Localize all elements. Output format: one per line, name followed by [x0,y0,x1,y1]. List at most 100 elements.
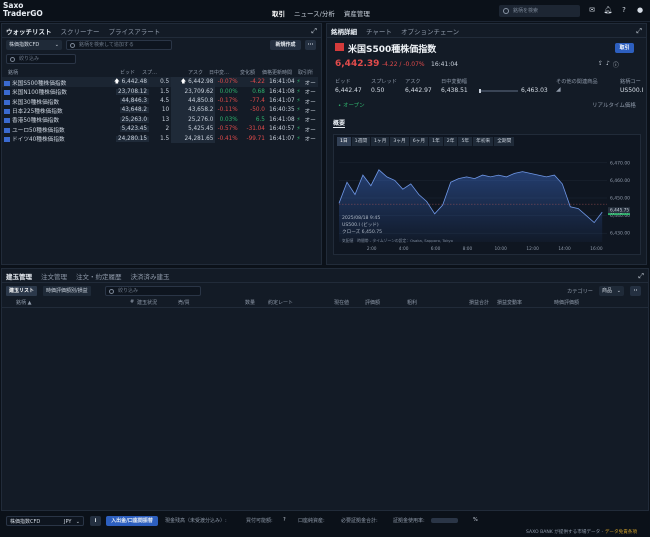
col-header-name[interactable]: 銘柄 [8,69,18,76]
help-icon[interactable]: ? [619,5,629,15]
period-tab[interactable]: 1年 [429,137,443,146]
period-tab[interactable]: 1ヶ月 [371,137,390,146]
col-header-spread[interactable]: スプ… [142,69,157,76]
period-tab[interactable]: 全期間 [494,137,515,146]
row-ask[interactable]: 🡅 6,442.98 [171,77,216,87]
watchlist-row[interactable]: 米国N100種株価指数 23,708.12 1.5 23,709.62 0.00% 0.6… [2,87,318,97]
row-bid[interactable]: 🡅 6,442.48 [112,79,149,85]
row-ask[interactable]: 44,850.8 [171,96,216,106]
app-logo[interactable]: Saxo TraderGO [3,2,43,18]
related-icon[interactable]: ◢ [556,86,561,93]
col-side[interactable]: 売/買 [178,299,190,306]
y-tick-label: 6,430.00 [610,231,630,237]
expand-icon[interactable]: ⤢ [636,27,642,36]
global-search-input[interactable]: 銘柄を検索 [499,5,580,17]
nav-trade[interactable]: 取引 [272,8,285,18]
watchlist-select[interactable]: 株価指数CFD ⌄ [6,40,62,50]
tab-orders[interactable]: 注文管理 [41,271,67,281]
tab-history[interactable]: 注文・約定履歴 [76,271,122,281]
col-current[interactable]: 現在値 [334,299,349,306]
tab-positions[interactable]: 建玉管理 [6,271,32,281]
watchlist-row[interactable]: ユーロ50種株価指数 5,423.45 2 5,425.45 -0.57% -31.04 1… [2,124,318,134]
col-header-chg[interactable]: 変化額 [240,69,255,76]
period-tab[interactable]: 3ヶ月 [390,137,409,146]
trade-button[interactable]: 取引 [615,43,634,53]
watchlist-row[interactable]: 日本225種株価指数 43,648.2 10 43,658.2 -0.11% -50.0 1… [2,105,318,116]
subtab-position-list[interactable]: 建玉リスト [6,286,38,296]
disclaimer-link[interactable]: データ免責条項 [605,530,637,535]
row-bid[interactable]: 44,846.3 [119,98,149,105]
nav-assets[interactable]: 資産管理 [344,8,370,18]
bid-label: ビッド [335,79,351,85]
col-header-ask[interactable]: アスク [188,69,203,76]
subtab-valuation[interactable]: 時価評価額別/損益 [43,286,91,296]
category-select[interactable]: 商品 ⌄ [599,286,624,296]
period-tab[interactable]: 6ヶ月 [409,137,429,146]
expand-icon[interactable]: ⤢ [311,27,317,36]
col-pl-total[interactable]: 損益合計 [469,299,489,306]
tab-screener[interactable]: スクリーナー [61,26,100,36]
nav-news[interactable]: ニュース/分析 [294,8,335,18]
deposit-button[interactable]: 入出金/口座間振替 [106,516,158,526]
period-tab[interactable]: 年初来 [473,137,494,146]
instrument-search-input[interactable]: 銘柄を検索して追加する [66,40,172,50]
col-status[interactable]: 建玉状況 [137,299,157,306]
watchlist-filter-input[interactable]: 絞り込み [6,54,76,64]
col-open-rate[interactable]: 約定レート [268,299,293,306]
more-button[interactable]: ··· [305,40,316,50]
row-chg: 0.68 [252,88,265,95]
col-gross[interactable]: 粗利 [407,299,417,306]
row-bid[interactable]: 23,708.12 [116,88,149,95]
account-info-icon[interactable]: i [90,516,101,526]
row-bid[interactable]: 25,263.0 [119,116,149,123]
share-icon[interactable]: ⇪ [598,60,603,69]
mail-icon[interactable]: ✉ [587,5,597,15]
tab-option-chain[interactable]: オプションチェーン [401,26,459,36]
tab-chart[interactable]: チャート [366,26,392,36]
col-valuation[interactable]: 評価額 [365,299,380,306]
row-ask[interactable]: 5,425.45 [171,124,216,134]
col-header-time[interactable]: 価格更新時間 [262,69,292,76]
col-instrument[interactable]: 銘柄 ▲ [16,299,31,306]
col-header-pct[interactable]: 日中変… [209,69,229,76]
row-ask[interactable]: 24,281.65 [171,133,216,144]
row-exchange: オー [304,127,316,134]
row-bid[interactable]: 5,423.45 [119,126,149,133]
row-bid[interactable]: 24,280.15 [116,135,149,142]
watchlist-row[interactable]: ドイツ40種株価指数 24,280.15 1.5 24,281.65 -0.41% -99… [2,133,318,144]
watchlist-row[interactable]: 香港50種株価指数 25,263.0 13 25,276.0 0.03% 6.5 16:41… [2,115,318,125]
bell-icon[interactable]: ♪ [606,60,610,69]
tab-price-alert[interactable]: プライスアラート [109,26,161,36]
row-ask[interactable]: 25,276.0 [171,115,216,125]
overview-tab[interactable]: 概要 [333,118,346,128]
watchlist-row[interactable]: 米国30種株価指数 44,846.3 4.5 44,850.8 -0.17% -77.4 1… [2,96,318,106]
col-number[interactable]: # [130,299,134,305]
period-tab[interactable]: 1日 [337,137,351,146]
watchlist-row[interactable]: 米国S500種株価指数 🡅 6,442.48 0.5 🡅 6,442.98 -0.07%… [2,77,318,87]
account-select[interactable]: 株価指数CFD JPY ⌄ [6,516,84,526]
bell-icon[interactable]: 🔔︎ [603,5,613,15]
row-exchange: オー [304,99,316,106]
row-bid[interactable]: 43,648.2 [119,107,149,114]
tab-watchlist[interactable]: ウォッチリスト [6,26,52,36]
period-tab[interactable]: 5年 [458,137,473,146]
col-market-value[interactable]: 時価評価額 [554,299,579,306]
row-ask[interactable]: 43,658.2 [171,105,216,116]
col-header-bid[interactable]: ビッド [120,69,135,76]
col-quantity[interactable]: 数量 [245,299,255,306]
positions-filter-input[interactable]: 絞り込み [105,286,201,296]
help-icon[interactable]: ? [283,517,286,523]
tab-instrument-detail[interactable]: 銘柄詳細 [331,26,357,36]
expand-icon[interactable]: ⤢ [638,272,644,281]
user-icon[interactable]: ● [635,5,645,15]
row-ask[interactable]: 23,709.62 [171,87,216,97]
new-list-button[interactable]: 新規作成 [270,40,301,50]
info-icon[interactable]: ⓘ [613,60,619,69]
col-header-exchange[interactable]: 取引所 [298,69,313,76]
col-pl-rate[interactable]: 損益変動率 [497,299,522,306]
more-button[interactable]: ·· [630,286,641,296]
period-tab[interactable]: 1週間 [351,137,371,146]
tab-closed[interactable]: 決済済み建玉 [131,271,170,281]
margin-rate-label: 証拠金使用率: [393,518,425,524]
period-tab[interactable]: 2年 [443,137,458,146]
